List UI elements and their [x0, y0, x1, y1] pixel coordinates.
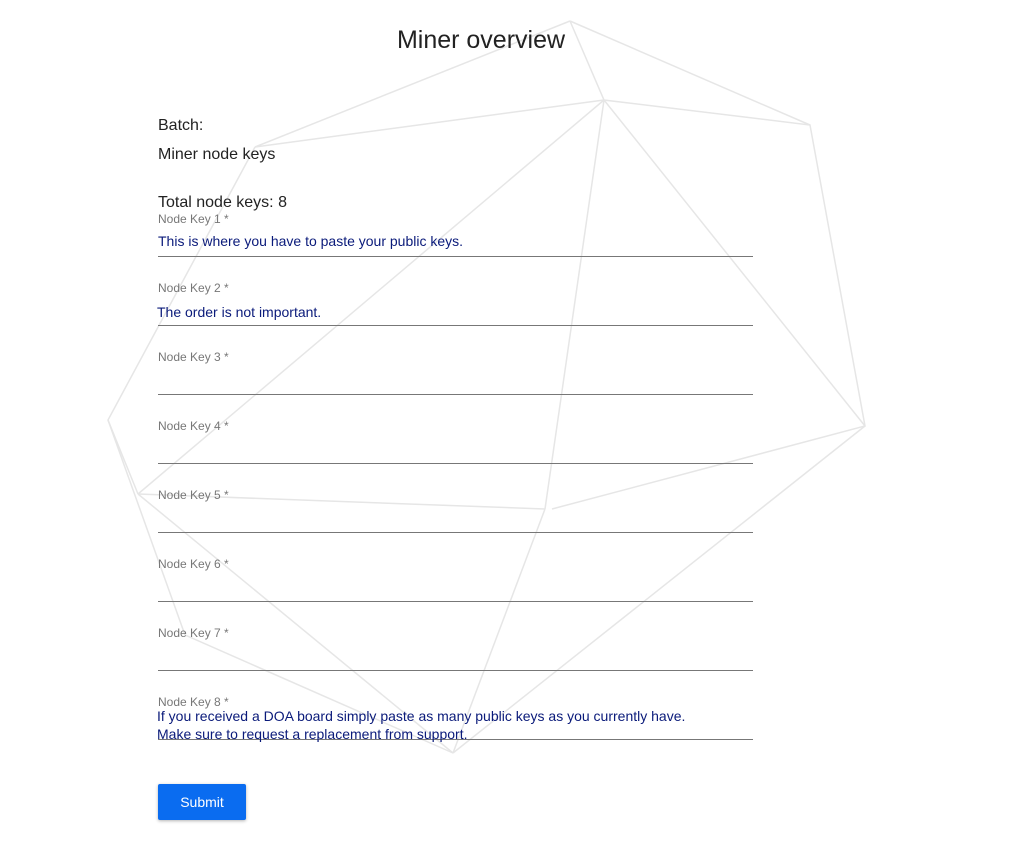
node-key-6-input[interactable]: [158, 579, 753, 597]
total-node-keys: Total node keys: 8: [158, 194, 287, 211]
node-key-5-input[interactable]: [158, 510, 753, 528]
batch-value: Miner node keys: [158, 146, 276, 163]
node-key-1-label: Node Key 1 *: [158, 212, 229, 226]
node-key-4-input[interactable]: [158, 441, 753, 459]
node-key-7-input[interactable]: [158, 648, 753, 666]
batch-label: Batch:: [158, 117, 204, 134]
node-key-5-field: Node Key 5 *: [158, 488, 753, 533]
node-key-6-field: Node Key 6 *: [158, 557, 753, 602]
node-key-5-label: Node Key 5 *: [158, 488, 229, 502]
node-key-3-label: Node Key 3 *: [158, 350, 229, 364]
annotation-order: The order is not important.: [157, 304, 322, 320]
node-key-3-input[interactable]: [158, 372, 753, 390]
node-key-3-field: Node Key 3 *: [158, 350, 753, 395]
annotation-doa-line1: If you received a DOA board simply paste…: [157, 708, 686, 724]
submit-button[interactable]: Submit: [158, 784, 246, 820]
page: Miner overview Batch: Miner node keys To…: [0, 0, 1018, 841]
node-key-7-label: Node Key 7 *: [158, 626, 229, 640]
node-key-7-field: Node Key 7 *: [158, 626, 753, 671]
node-key-4-field: Node Key 4 *: [158, 419, 753, 464]
node-key-2-label: Node Key 2 *: [158, 281, 229, 295]
annotation-doa-line2: Make sure to request a replacement from …: [157, 726, 468, 742]
page-title: Miner overview: [396, 26, 566, 54]
node-key-6-label: Node Key 6 *: [158, 557, 229, 571]
node-key-4-label: Node Key 4 *: [158, 419, 229, 433]
annotation-paste-keys: This is where you have to paste your pub…: [158, 233, 464, 249]
